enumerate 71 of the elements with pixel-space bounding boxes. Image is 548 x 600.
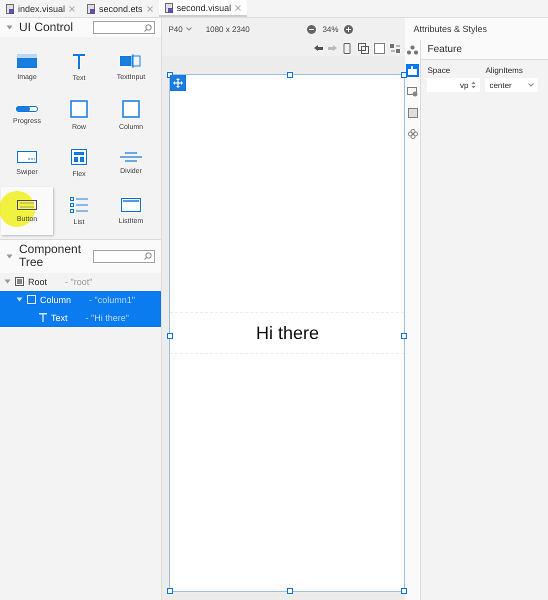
chevron-down-icon[interactable] [186, 27, 192, 31]
square-icon[interactable] [408, 108, 418, 118]
caret-icon[interactable] [6, 252, 13, 260]
section-title: Feature [421, 40, 548, 60]
file-icon [164, 2, 173, 12]
file-icon [6, 4, 14, 14]
square-icon [122, 100, 140, 118]
resize-handle[interactable] [167, 333, 174, 339]
progress-bar-icon [16, 106, 38, 112]
layout-grid-icon [71, 148, 87, 165]
tree-item[interactable]: Text - "Hi there" [0, 308, 162, 327]
resize-handle[interactable] [401, 333, 408, 339]
file-icon [87, 4, 96, 14]
square-icon [27, 295, 36, 304]
list-icon [70, 196, 88, 213]
panel-title: Component Tree [19, 243, 82, 270]
letter-t-icon [39, 313, 47, 322]
device-dropdown[interactable]: P40 [168, 24, 192, 34]
move-icon[interactable] [170, 75, 186, 91]
resize-handle[interactable] [167, 588, 174, 594]
swap-icon[interactable] [390, 42, 402, 54]
swiper-icon [17, 150, 37, 163]
divider-icon [120, 152, 142, 162]
button-icon [17, 200, 37, 210]
chevron-down-icon[interactable] [528, 83, 534, 87]
search-field[interactable] [93, 250, 156, 263]
spinner-arrows-icon[interactable] [471, 81, 476, 89]
tree-item[interactable]: Column - "column1" [0, 290, 162, 309]
zoom-level: 34% [322, 24, 338, 34]
root-node-icon [15, 277, 24, 286]
close-icon[interactable] [146, 6, 153, 12]
list-item-icon [121, 198, 141, 212]
search-icon [144, 252, 152, 260]
square-icon[interactable] [374, 42, 386, 54]
letter-t-icon [72, 52, 86, 69]
panel-title: UI Control [19, 21, 74, 34]
phone-icon[interactable] [343, 42, 354, 54]
caret-icon[interactable] [16, 296, 23, 304]
close-icon[interactable] [69, 6, 76, 12]
number-field[interactable]: vp [427, 78, 480, 92]
resize-handle[interactable] [287, 588, 294, 594]
zoom-out-icon[interactable] [307, 24, 316, 34]
resize-handle[interactable] [401, 588, 408, 594]
panel-title: Attributes & Styles [405, 18, 548, 40]
resize-handle[interactable] [401, 72, 408, 78]
nodes-icon[interactable] [407, 44, 418, 54]
search-icon [144, 24, 152, 32]
preview-text[interactable]: Hi there [170, 312, 404, 354]
event-icon[interactable] [407, 86, 418, 96]
editor-tab[interactable]: second.ets [81, 0, 159, 17]
square-icon [70, 100, 88, 118]
close-icon[interactable] [235, 4, 242, 10]
search-field[interactable] [93, 21, 156, 34]
puzzle-tab-button[interactable] [406, 64, 420, 77]
editor-tab[interactable]: second.visual [158, 0, 248, 17]
tree-item[interactable]: Root - "root" [0, 272, 162, 291]
click-highlight [0, 191, 35, 228]
dropdown-field[interactable]: center [485, 78, 538, 92]
resize-handle[interactable] [287, 72, 294, 78]
field-label: Space [427, 66, 452, 75]
layers-icon[interactable] [358, 42, 370, 54]
zoom-in-icon[interactable] [344, 24, 354, 34]
caret-icon[interactable] [4, 278, 11, 286]
editor-tab[interactable]: index.visual [0, 0, 82, 17]
text-input-icon [120, 54, 142, 68]
caret-icon[interactable] [6, 24, 13, 32]
undo-icon[interactable] [313, 44, 324, 52]
flower-icon[interactable] [408, 128, 418, 138]
image-icon [17, 54, 37, 68]
resolution-label: 1080 x 2340 [206, 24, 250, 34]
field-label: AlignItems [485, 66, 524, 75]
